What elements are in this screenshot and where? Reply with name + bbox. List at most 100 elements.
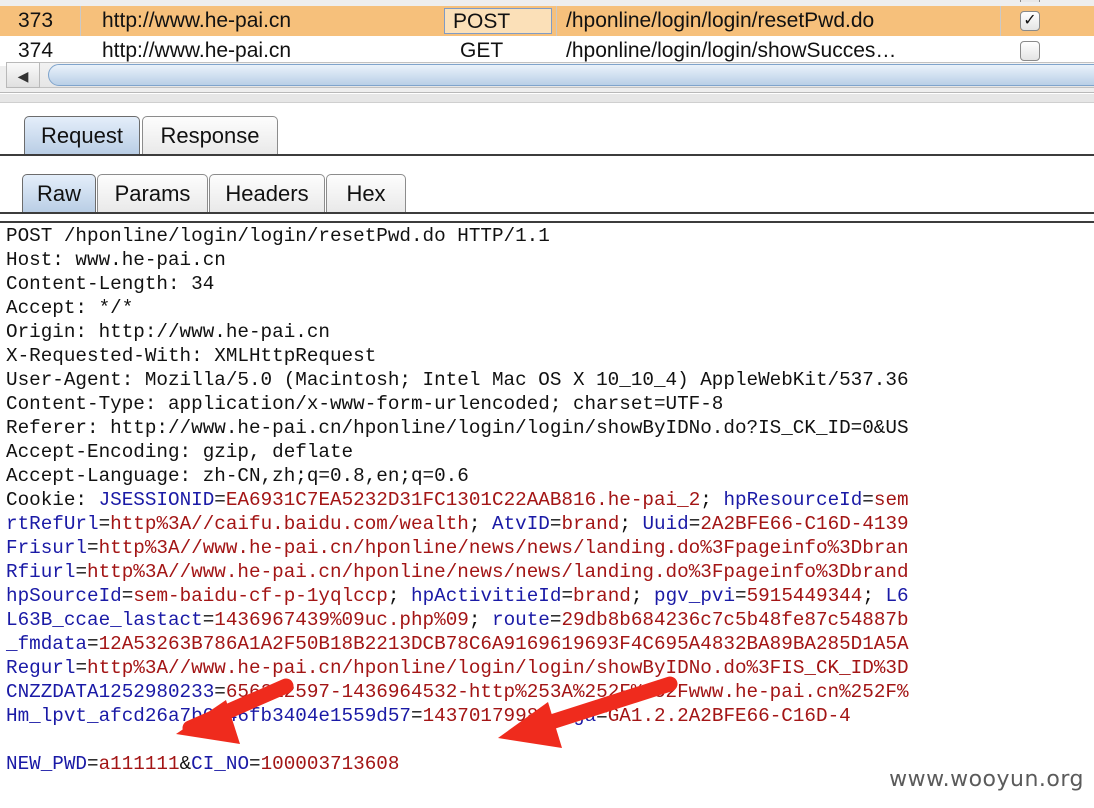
line-text: ; <box>630 585 655 607</box>
line-text: Accept: */* <box>6 297 134 319</box>
tab-response[interactable]: Response <box>142 116 278 156</box>
line-text: = <box>87 753 99 775</box>
line-text: = <box>75 657 88 679</box>
tabbar-baseline <box>0 154 1094 156</box>
tab-raw[interactable]: Raw <box>22 174 96 214</box>
request-line: CNZZDATA1252980233=656212597-1436964532-… <box>6 680 909 704</box>
line-text: POST /hponline/login/login/resetPwd.do H… <box>6 225 550 247</box>
view-tabbar: Raw Params Headers Hex <box>0 168 1094 214</box>
row-number: 373 <box>18 9 54 32</box>
request-line: POST /hponline/login/login/resetPwd.do H… <box>6 224 909 248</box>
request-line <box>6 728 909 752</box>
param-key: JSESSIONID <box>98 489 215 511</box>
request-history-table: 373 http://www.he-pai.cn POST /hponline/… <box>0 0 1094 93</box>
tab-request[interactable]: Request <box>24 116 140 156</box>
row-checkbox[interactable] <box>1020 41 1040 61</box>
param-value: 12A53263B786A1A2F50B18B2213DCB78C6A91696… <box>98 633 909 655</box>
param-value: sem-baidu-cf-p-1yqlccp <box>133 585 388 607</box>
pane-splitter[interactable] <box>0 94 1094 103</box>
request-line: rtRefUrl=http%3A//caifu.baidu.com/wealth… <box>6 512 909 536</box>
scroll-left-icon[interactable]: ◀ <box>6 62 40 88</box>
param-key: rtRefUrl <box>6 513 99 535</box>
param-key: hpActivitieId <box>411 585 562 607</box>
param-value: http%3A//www.he-pai.cn/hponline/news/new… <box>87 561 909 583</box>
column-divider <box>1000 6 1001 36</box>
request-line: Regurl=http%3A//www.he-pai.cn/hponline/l… <box>6 656 909 680</box>
line-text: = <box>87 537 99 559</box>
request-line: Cookie: JSESSIONID=EA6931C7EA5232D31FC13… <box>6 488 909 512</box>
line-text: Content-Length: 34 <box>6 273 215 295</box>
param-key: pgv_pvi <box>654 585 736 607</box>
line-text: = <box>249 753 261 775</box>
request-line: Rfiurl=http%3A//www.he-pai.cn/hponline/n… <box>6 560 909 584</box>
param-key: _fmdata <box>6 633 87 655</box>
row-checkbox[interactable] <box>1020 0 1040 2</box>
param-key: AtvID <box>492 513 550 535</box>
param-value: GA1.2.2A2BFE66-C16D-4 <box>607 705 851 727</box>
line-text: = <box>561 585 574 607</box>
request-text: POST /hponline/login/login/resetPwd.do H… <box>6 224 909 776</box>
param-value: 29db8b684236c7c5b48fe87c54887b <box>561 609 909 631</box>
line-text: = <box>202 609 215 631</box>
line-text: ; <box>700 489 724 511</box>
param-key: Hm_lpvt_afcd26a7b0646fb3404e1559d57 <box>6 705 411 727</box>
line-text: & <box>179 753 192 775</box>
line-text: = <box>87 633 99 655</box>
param-key: CI_NO <box>191 753 250 775</box>
line-text: User-Agent: Mozilla/5.0 (Macintosh; Inte… <box>6 369 909 391</box>
param-key: route <box>492 609 550 631</box>
line-text: = <box>98 513 111 535</box>
line-text: = <box>735 585 747 607</box>
request-line: _fmdata=12A53263B786A1A2F50B18B2213DCB78… <box>6 632 909 656</box>
column-divider <box>80 6 81 36</box>
param-value: http%3A//caifu.baidu.com/wealth <box>110 513 469 535</box>
tab-headers[interactable]: Headers <box>209 174 325 214</box>
line-text: = <box>549 609 562 631</box>
line-text: = <box>410 705 423 727</box>
line-text: Content-Type: application/x-www-form-url… <box>6 393 724 415</box>
line-text: = <box>688 513 701 535</box>
param-value: 1436967439%09uc.php%09 <box>214 609 469 631</box>
history-row-selected[interactable]: 373 http://www.he-pai.cn POST /hponline/… <box>0 6 1094 36</box>
request-line: Frisurl=http%3A//www.he-pai.cn/hponline/… <box>6 536 909 560</box>
param-value: brand <box>573 585 631 607</box>
param-key: L6 <box>885 585 909 607</box>
request-line: Host: www.he-pai.cn <box>6 248 909 272</box>
line-text: Accept-Encoding: gzip, deflate <box>6 441 354 463</box>
param-key: hpResourceId <box>723 489 863 511</box>
scroll-thumb[interactable] <box>48 64 1094 86</box>
row-method[interactable]: POST <box>444 8 552 34</box>
raw-request-editor[interactable]: POST /hponline/login/login/resetPwd.do H… <box>0 221 1094 808</box>
line-text: = <box>214 681 226 703</box>
param-key: L63B_ccae_lastact <box>6 609 203 631</box>
param-value: http%3A//www.he-pai.cn/hponline/news/new… <box>98 537 909 559</box>
line-text: Origin: http://www.he-pai.cn <box>6 321 330 343</box>
row-checkbox[interactable]: ✓ <box>1020 11 1040 31</box>
line-text: ; <box>538 705 562 727</box>
tab-hex[interactable]: Hex <box>326 174 406 214</box>
line-text: Host: www.he-pai.cn <box>6 249 226 271</box>
line-text: ; <box>468 513 493 535</box>
line-text: = <box>214 489 226 511</box>
line-text: = <box>75 561 88 583</box>
tabbar-baseline <box>0 212 1094 214</box>
param-key: NEW_PWD <box>6 753 87 775</box>
tab-params[interactable]: Params <box>97 174 208 214</box>
line-text: X-Requested-With: XMLHttpRequest <box>6 345 377 367</box>
param-value: EA6931C7EA5232D31FC1301C22AAB816.he-pai_… <box>225 489 701 511</box>
request-line: Referer: http://www.he-pai.cn/hponline/l… <box>6 416 909 440</box>
request-line: Accept-Language: zh-CN,zh;q=0.8,en;q=0.6 <box>6 464 909 488</box>
horizontal-scrollbar[interactable]: ◀ <box>6 62 1094 88</box>
request-line: hpSourceId=sem-baidu-cf-p-1yqlccp; hpAct… <box>6 584 909 608</box>
row-url: /hponline/login/login/resetPwd.do <box>566 9 875 32</box>
param-key: _ga <box>561 705 597 727</box>
request-line: NEW_PWD=a111111&CI_NO=100003713608 <box>6 752 909 776</box>
watermark: www.wooyun.org <box>889 767 1084 792</box>
line-text: = <box>862 489 874 511</box>
param-value: 656212597-1436964532-http%253A%252F%252F… <box>225 681 909 703</box>
param-key: Uuid <box>642 513 689 535</box>
line-text: = <box>596 705 608 727</box>
line-text: Cookie: <box>6 489 99 511</box>
row-host: http://www.he-pai.cn <box>102 9 292 32</box>
request-line: Content-Length: 34 <box>6 272 909 296</box>
